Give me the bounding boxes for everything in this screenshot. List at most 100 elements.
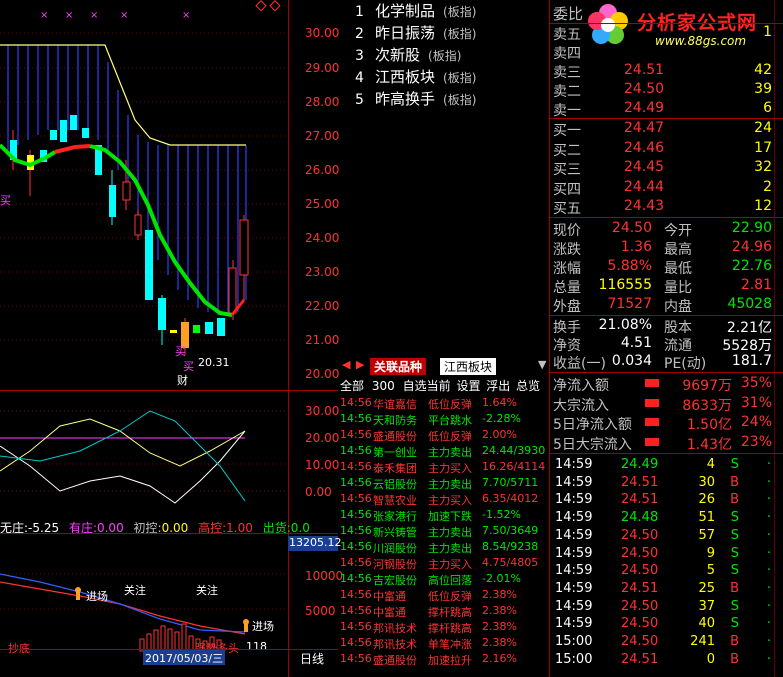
- news-stock: 邦讯技术: [373, 638, 417, 651]
- news-time: 14:56: [340, 652, 372, 665]
- news-stock: 中富通: [373, 606, 406, 619]
- news-row[interactable]: 14:56 川润股份 主力卖出 8.54/9238: [340, 540, 550, 556]
- sector-item[interactable]: 3 次新股 (板指): [355, 44, 461, 65]
- book-row[interactable]: 卖一 24.49 6: [552, 100, 774, 120]
- sector-tag: (板指): [443, 93, 477, 107]
- news-row[interactable]: 14:56 邦讯技术 撑杆跳高 2.38%: [340, 620, 550, 636]
- trade-flag: ·: [766, 616, 771, 632]
- sector-name: 昨高换手: [375, 90, 436, 108]
- tab-jiangxi[interactable]: 江西板块: [440, 358, 497, 375]
- right-panel-divider: [549, 0, 550, 677]
- news-row[interactable]: 14:56 第一创业 主力卖出 24.44/3930: [340, 444, 550, 460]
- news-row[interactable]: 14:56 华谊嘉信 低位反弹 1.64%: [340, 396, 550, 412]
- filter-settings[interactable]: 设置: [456, 379, 480, 393]
- filter-current[interactable]: 当前: [427, 379, 451, 393]
- svg-text:×: ×: [120, 10, 128, 21]
- watch-label-1: 关注: [124, 584, 146, 597]
- tabs-dropdown-icon[interactable]: ▼: [538, 358, 546, 371]
- price-tick: 28.00: [305, 95, 340, 109]
- news-row[interactable]: 14:56 智慧农业 主力买入 6.35/4012: [340, 492, 550, 508]
- sector-item[interactable]: 4 江西板块 (板指): [355, 66, 476, 87]
- volume-panel[interactable]: 进场 关注 关注 进场 抄底 强势多头 118: [0, 534, 290, 664]
- quote-label: 收益(一): [553, 356, 606, 372]
- flow-pct: 35%: [740, 375, 772, 391]
- news-row[interactable]: 14:56 张家港行 加速下跌 -1.52%: [340, 508, 550, 524]
- sector-item[interactable]: 2 昨日振荡 (板指): [355, 22, 476, 43]
- trade-time: 14:59: [555, 563, 593, 579]
- book-level-label: 买一: [553, 123, 581, 139]
- news-row[interactable]: 14:56 中富通 低位反弹 2.38%: [340, 588, 550, 604]
- trade-volume: 40: [698, 616, 715, 632]
- filter-all[interactable]: 全部: [340, 379, 364, 393]
- book-price: 24.43: [624, 198, 665, 214]
- trade-time: 14:59: [555, 580, 593, 596]
- volume-max-box: 13205.12: [288, 536, 342, 551]
- trade-volume: 51: [698, 510, 715, 526]
- price-tick: 27.00: [305, 129, 340, 143]
- news-row[interactable]: 14:56 中富通 撑杆跳高 2.38%: [340, 604, 550, 620]
- book-row[interactable]: 卖四: [552, 43, 774, 63]
- trade-row: 14:59 24.51 30 B ·: [555, 475, 777, 493]
- book-row[interactable]: 买二 24.46 17: [552, 140, 774, 160]
- news-row[interactable]: 14:56 泰禾集团 主力买入 16.26/4114: [340, 460, 550, 476]
- trade-time: 14:59: [555, 510, 593, 526]
- sector-item[interactable]: 5 昨高换手 (板指): [355, 88, 476, 109]
- quote-value: 4.51: [620, 335, 652, 351]
- trade-row: 15:00 24.50 241 B ·: [555, 634, 777, 652]
- news-row[interactable]: 14:56 盛通股份 加速拉升 2.16%: [340, 652, 550, 668]
- news-tabs: ◀ ▶ 关联品种 江西板块 ▼: [340, 358, 550, 375]
- book-row[interactable]: 卖五 1: [552, 24, 774, 44]
- svg-text:×: ×: [40, 10, 48, 21]
- right-scrollbar[interactable]: [774, 0, 783, 677]
- trade-price: 24.50: [621, 616, 659, 632]
- trade-flag: ·: [766, 492, 771, 508]
- news-row[interactable]: 14:56 云铝股份 主力卖出 7.70/5711: [340, 476, 550, 492]
- indicator-tick: 20.00: [305, 431, 340, 445]
- quote-value: 5.88%: [607, 258, 652, 274]
- tabs-left-arrow[interactable]: ◀: [342, 358, 350, 371]
- filter-float[interactable]: 浮出: [486, 379, 510, 393]
- period-label[interactable]: 日线: [300, 650, 324, 667]
- trade-side: B: [730, 580, 739, 596]
- news-time: 14:56: [340, 444, 372, 457]
- book-row[interactable]: 买一 24.47 24: [552, 120, 774, 140]
- sector-item[interactable]: 1 化学制品 (板指): [355, 0, 476, 21]
- price-tick: 25.00: [305, 197, 340, 211]
- indicator-panel[interactable]: 无庄:-5.25 有庄:0.00 初控:0.00 高控:1.00 出货:0.0: [0, 391, 310, 535]
- book-row[interactable]: 买三 24.45 32: [552, 159, 774, 179]
- news-row[interactable]: 14:56 天和防务 平台跳水 -2.28%: [340, 412, 550, 428]
- filter-300[interactable]: 300: [372, 379, 395, 393]
- book-price: 24.49: [624, 100, 665, 116]
- trade-row: 14:59 24.50 57 S ·: [555, 528, 777, 546]
- tabs-right-arrow[interactable]: ▶: [356, 358, 364, 371]
- news-row[interactable]: 14:56 河钢股份 主力买入 4.75/4805: [340, 556, 550, 572]
- news-value: 16.26/4114: [482, 460, 546, 473]
- book-row[interactable]: 卖二 24.50 39: [552, 81, 774, 101]
- book-row[interactable]: 卖三 24.51 42: [552, 62, 774, 82]
- news-row[interactable]: 14:56 吉宏股份 高位回落 -2.01%: [340, 572, 550, 588]
- tab-related[interactable]: 关联品种: [370, 358, 427, 375]
- news-time: 14:56: [340, 412, 372, 425]
- price-tick: 30.00: [305, 26, 340, 40]
- news-stock: 河钢股份: [373, 558, 417, 571]
- trade-price: 24.51: [621, 580, 659, 596]
- indicator-svg: [0, 410, 290, 504]
- news-value: 24.44/3930: [482, 444, 546, 457]
- news-row[interactable]: 14:56 盛通股份 低位反弹 2.00%: [340, 428, 550, 444]
- book-level-label: 买三: [553, 162, 581, 178]
- filter-self[interactable]: 自选: [403, 379, 427, 393]
- news-time: 14:56: [340, 620, 372, 633]
- sector-name: 昨日振荡: [375, 24, 436, 42]
- trade-volume: 9: [706, 545, 715, 561]
- book-row[interactable]: 买四 24.44 2: [552, 179, 774, 199]
- trade-time: 14:59: [555, 545, 593, 561]
- book-row[interactable]: 买五 24.43 12: [552, 198, 774, 218]
- trade-volume: 25: [698, 580, 715, 596]
- book-volume: 12: [754, 198, 772, 214]
- news-row[interactable]: 14:56 新兴铸管 主力卖出 7.50/3649: [340, 524, 550, 540]
- trade-volume: 5: [706, 563, 715, 579]
- news-row[interactable]: 14:56 邦讯技术 单笔冲涨 2.38%: [340, 636, 550, 652]
- kline-chart[interactable]: × × × × × 买 买 买 20.31 财: [0, 0, 290, 390]
- filter-overview[interactable]: 总览: [516, 379, 540, 393]
- news-value: 6.35/4012: [482, 492, 539, 505]
